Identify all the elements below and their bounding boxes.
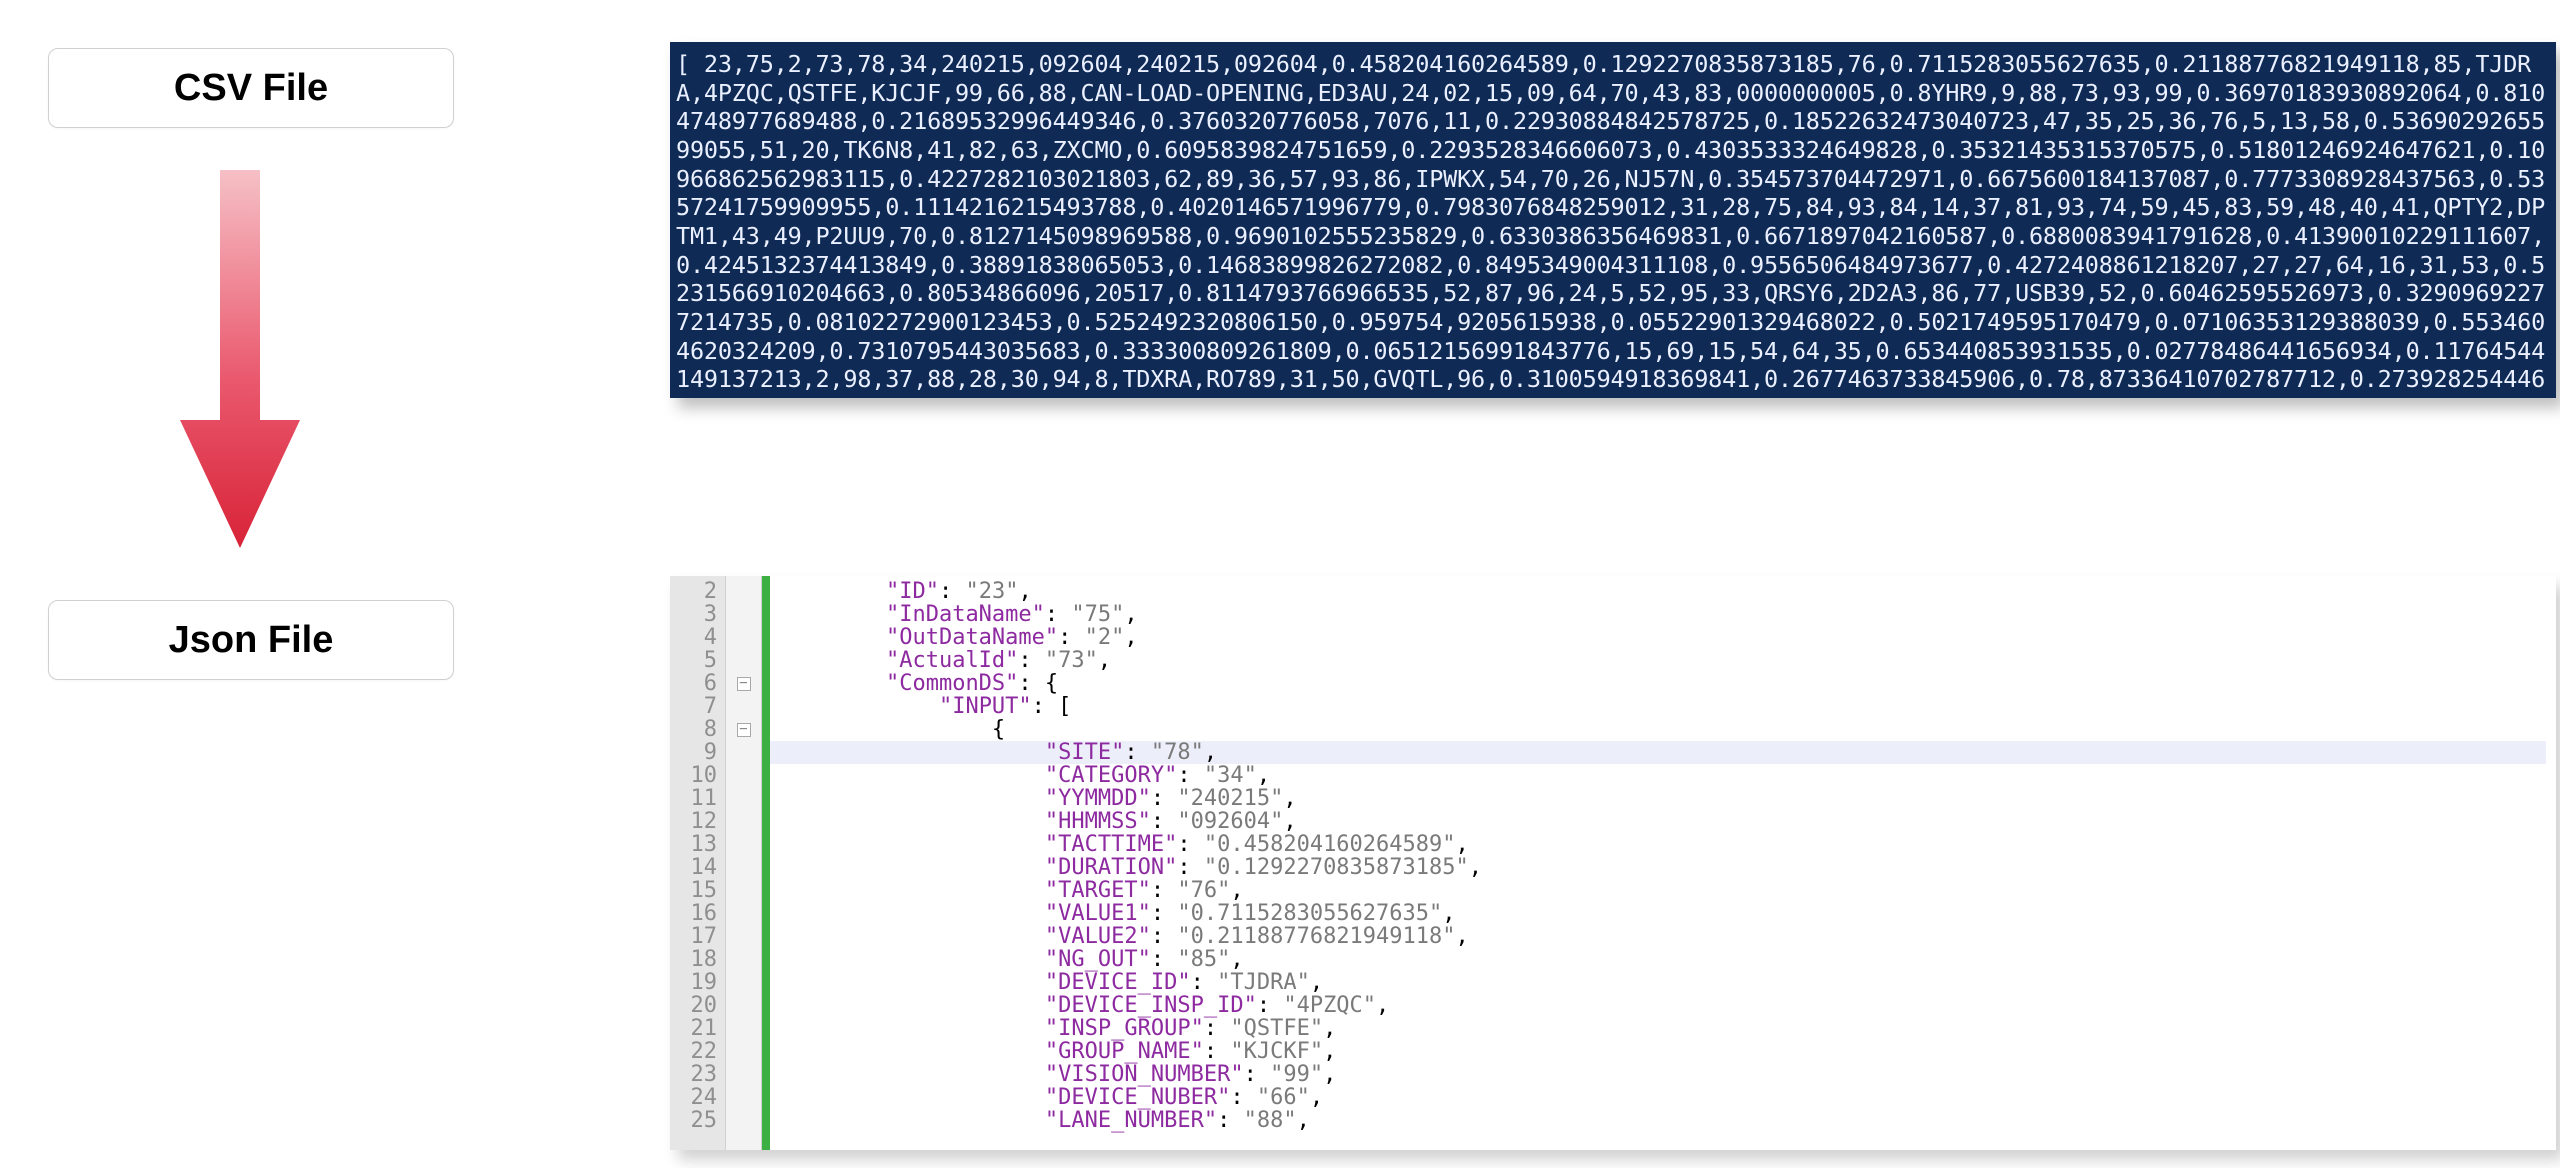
line-number: 6 [674, 672, 717, 695]
line-number: 7 [674, 695, 717, 718]
fold-marker: − [726, 672, 761, 695]
fold-marker [726, 1063, 761, 1086]
fold-marker [726, 1040, 761, 1063]
code-line: "DEVICE_ID": "TJDRA", [780, 971, 2546, 994]
code-line: "DURATION": "0.1292270835873185", [780, 856, 2546, 879]
code-line: "GROUP_NAME": "KJCKF", [780, 1040, 2546, 1063]
fold-marker [726, 649, 761, 672]
code-line: "ID": "23", [780, 580, 2546, 603]
line-number: 14 [674, 856, 717, 879]
fold-minus-icon[interactable]: − [737, 677, 751, 691]
fold-marker [726, 695, 761, 718]
fold-marker [726, 856, 761, 879]
fold-gutter: − − [726, 576, 762, 1150]
code-line: "SITE": "78", [770, 741, 2546, 764]
line-number: 24 [674, 1086, 717, 1109]
csv-raw-panel: [ 23,75,2,73,78,34,240215,092604,240215,… [670, 42, 2556, 398]
code-line: "NG_OUT": "85", [780, 948, 2546, 971]
fold-marker [726, 1017, 761, 1040]
line-number: 20 [674, 994, 717, 1017]
code-line: "ActualId": "73", [780, 649, 2546, 672]
fold-marker [726, 948, 761, 971]
line-number: 5 [674, 649, 717, 672]
fold-marker [726, 925, 761, 948]
line-number: 18 [674, 948, 717, 971]
code-line: "LANE_NUMBER": "88", [780, 1109, 2546, 1132]
line-number-gutter: 2345678910111213141516171819202122232425 [670, 576, 726, 1150]
line-number: 2 [674, 580, 717, 603]
fold-marker [726, 787, 761, 810]
fold-marker [726, 833, 761, 856]
line-number: 15 [674, 879, 717, 902]
fold-marker [726, 764, 761, 787]
code-line: "CommonDS": { [780, 672, 2546, 695]
fold-marker [726, 626, 761, 649]
json-file-label-text: Json File [169, 619, 334, 662]
fold-marker: − [726, 718, 761, 741]
code-line: "INSP_GROUP": "QSTFE", [780, 1017, 2546, 1040]
code-line: "DEVICE_NUBER": "66", [780, 1086, 2546, 1109]
line-number: 17 [674, 925, 717, 948]
json-editor: 2345678910111213141516171819202122232425… [670, 576, 2556, 1150]
csv-file-label-text: CSV File [174, 67, 328, 110]
csv-file-label: CSV File [48, 48, 454, 128]
code-line: { [780, 718, 2546, 741]
csv-raw-text: [ 23,75,2,73,78,34,240215,092604,240215,… [676, 50, 2545, 398]
line-number: 19 [674, 971, 717, 994]
page-root: CSV File Json File [ 23,75,2,73,78,34,24… [0, 0, 2560, 1168]
code-line: "OutDataName": "2", [780, 626, 2546, 649]
code-line: "VISION_NUMBER": "99", [780, 1063, 2546, 1086]
code-line: "INPUT": [ [780, 695, 2546, 718]
code-line: "TARGET": "76", [780, 879, 2546, 902]
line-number: 13 [674, 833, 717, 856]
line-number: 12 [674, 810, 717, 833]
fold-marker [726, 971, 761, 994]
fold-marker [726, 603, 761, 626]
line-number: 4 [674, 626, 717, 649]
code-line: "YYMMDD": "240215", [780, 787, 2546, 810]
line-number: 23 [674, 1063, 717, 1086]
line-number: 11 [674, 787, 717, 810]
fold-marker [726, 1086, 761, 1109]
line-number: 22 [674, 1040, 717, 1063]
code-line: "HHMMSS": "092604", [780, 810, 2546, 833]
line-number: 25 [674, 1109, 717, 1132]
json-file-label: Json File [48, 600, 454, 680]
fold-marker [726, 580, 761, 603]
code-line: "DEVICE_INSP_ID": "4PZQC", [780, 994, 2546, 1017]
fold-minus-icon[interactable]: − [737, 723, 751, 737]
code-line: "VALUE1": "0.7115283055627635", [780, 902, 2546, 925]
code-area: "ID": "23", "InDataName": "75", "OutData… [770, 576, 2556, 1150]
code-line: "TACTTIME": "0.458204160264589", [780, 833, 2546, 856]
code-line: "VALUE2": "0.21188776821949118", [780, 925, 2546, 948]
fold-marker [726, 994, 761, 1017]
code-line: "CATEGORY": "34", [780, 764, 2546, 787]
line-number: 21 [674, 1017, 717, 1040]
arrow-down-icon [180, 170, 300, 550]
fold-marker [726, 741, 761, 764]
fold-marker [726, 902, 761, 925]
line-number: 9 [674, 741, 717, 764]
line-number: 16 [674, 902, 717, 925]
line-number: 8 [674, 718, 717, 741]
code-line: "InDataName": "75", [780, 603, 2546, 626]
fold-marker [726, 1109, 761, 1132]
line-number: 10 [674, 764, 717, 787]
fold-marker [726, 879, 761, 902]
line-number: 3 [674, 603, 717, 626]
change-marker-gutter [762, 576, 770, 1150]
fold-marker [726, 810, 761, 833]
